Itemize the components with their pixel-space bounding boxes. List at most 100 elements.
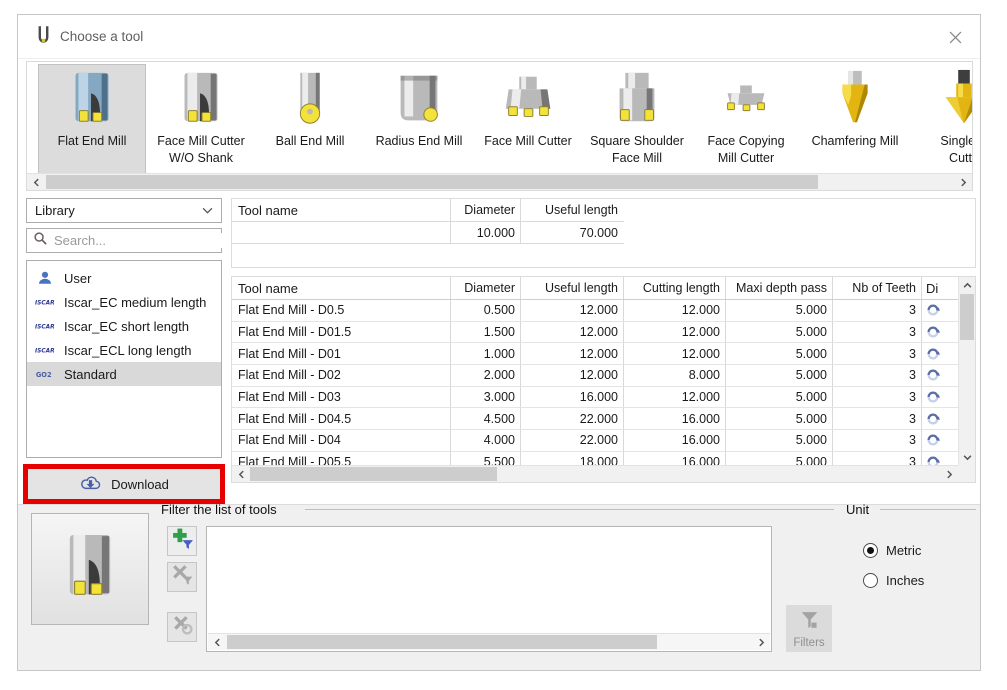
table-row[interactable]: Flat End Mill - D04.54.50022.00016.0005.… — [232, 408, 958, 430]
column-header[interactable]: Useful length — [520, 199, 623, 221]
scrollbar-thumb[interactable] — [250, 467, 497, 481]
svg-text:GO2: GO2 — [36, 371, 52, 379]
column-header[interactable]: Cutting length — [623, 277, 725, 299]
search-box[interactable] — [26, 228, 222, 253]
tool-name: Flat End Mill - D05.5 — [232, 452, 450, 465]
column-header[interactable]: Nb of Teeth — [832, 277, 921, 299]
column-header[interactable]: Tool name — [232, 277, 450, 299]
library-item-iscar-ec-medium-length[interactable]: ISCARIscar_EC medium length — [27, 290, 221, 314]
library-item-iscar-ec-short-length[interactable]: ISCARIscar_EC short length — [27, 314, 221, 338]
table-row[interactable]: Flat End Mill - D022.00012.0008.0005.000… — [232, 365, 958, 387]
table-row[interactable]: Flat End Mill - D01.51.50012.00012.0005.… — [232, 322, 958, 344]
scrollbar-thumb[interactable] — [960, 294, 974, 340]
rotation-direction-icon — [921, 408, 950, 429]
face-mill-cutter-icon — [475, 67, 581, 131]
tool-name: Flat End Mill - D01 — [232, 343, 450, 364]
download-button[interactable]: Download — [28, 469, 220, 499]
scroll-down-icon[interactable] — [959, 449, 975, 465]
nb-of-teeth: 3 — [832, 408, 921, 429]
tool-type-single-angle-cutter[interactable]: Single-ACutte — [911, 65, 972, 174]
table-row[interactable]: Flat End Mill - D0.50.50012.00012.0005.0… — [232, 300, 958, 322]
table-row[interactable]: Flat End Mill - D033.00016.00012.0005.00… — [232, 387, 958, 409]
rotation-direction-icon — [921, 343, 950, 364]
table-row[interactable]: Flat End Mill - D05.55.50018.00016.0005.… — [232, 452, 958, 465]
scroll-left-icon[interactable] — [208, 634, 226, 650]
filters-button-label: Filters — [793, 637, 824, 649]
column-header[interactable]: Di — [921, 277, 950, 299]
maxi-depth-pass: 5.000 — [725, 365, 832, 386]
remove-filter-button[interactable] — [167, 562, 197, 592]
scroll-left-icon[interactable] — [232, 466, 250, 482]
rotation-direction-icon — [921, 430, 950, 451]
tool-strip-scrollbar[interactable] — [27, 173, 972, 190]
tool-type-radius-end-mill[interactable]: Radius End Mill — [366, 65, 472, 174]
chevron-down-icon — [202, 207, 213, 214]
scroll-up-icon[interactable] — [959, 277, 975, 293]
unit-radio-metric[interactable]: Metric — [863, 543, 921, 558]
svg-text:ISCAR: ISCAR — [35, 349, 55, 355]
scrollbar-thumb[interactable] — [46, 175, 818, 189]
cutting-length: 12.000 — [623, 300, 725, 321]
scroll-right-icon[interactable] — [940, 466, 958, 482]
column-header[interactable]: Tool name — [232, 199, 450, 221]
unit-radio-inches[interactable]: Inches — [863, 573, 924, 588]
clear-filters-icon — [171, 613, 194, 641]
tool-type-face-mill-cutter[interactable]: Face Mill Cutter — [475, 65, 581, 174]
scrollbar-corner — [958, 465, 975, 482]
table-horizontal-scrollbar[interactable] — [232, 465, 958, 482]
ball-end-mill-icon — [257, 67, 363, 131]
radius-end-mill-icon — [366, 67, 472, 131]
filter-list-scrollbar[interactable] — [208, 633, 770, 650]
cutting-length: 16.000 — [623, 408, 725, 429]
tool-type-flat-end-mill[interactable]: Flat End Mill — [39, 65, 145, 174]
radio-label: Inches — [886, 573, 924, 588]
library-item-iscar-ecl-long-length[interactable]: ISCAR Iscar_ECL long length — [27, 338, 221, 362]
filter-group-label: Filter the list of tools — [161, 502, 277, 517]
flat-end-mill-icon — [39, 67, 145, 131]
tool-type-face-mill-cutter-wo-shank[interactable]: Face Mill CutterW/O Shank — [148, 65, 254, 174]
tool-type-label: Ball End Mill — [257, 133, 363, 150]
face-copying-mill-cutter-icon — [693, 67, 799, 131]
table-row[interactable]: Flat End Mill - D011.00012.00012.0005.00… — [232, 343, 958, 365]
library-item-standard[interactable]: GO2Standard — [27, 362, 221, 386]
library-dropdown[interactable]: Library — [26, 198, 222, 223]
current-tool-diameter: 10.000 — [450, 222, 520, 243]
scroll-right-icon[interactable] — [954, 174, 972, 190]
useful-length: 22.000 — [520, 430, 623, 451]
library-item-label: Iscar_EC medium length — [64, 295, 206, 310]
library-item-label: User — [64, 271, 91, 286]
diameter: 4.000 — [450, 430, 520, 451]
tool-type-face-copying-mill-cutter[interactable]: Face CopyingMill Cutter — [693, 65, 799, 174]
diameter: 5.500 — [450, 452, 520, 465]
cutting-length: 12.000 — [623, 343, 725, 364]
column-header[interactable]: Useful length — [520, 277, 623, 299]
scroll-right-icon[interactable] — [752, 634, 770, 650]
maxi-depth-pass: 5.000 — [725, 300, 832, 321]
column-header[interactable]: Maxi depth pass — [725, 277, 832, 299]
tool-type-chamfering-mill[interactable]: Chamfering Mill — [802, 65, 908, 174]
column-header[interactable]: Diameter — [450, 277, 520, 299]
clear-filters-button[interactable] — [167, 612, 197, 642]
library-list: UserISCARIscar_EC medium lengthISCARIsca… — [26, 260, 222, 458]
tool-type-square-shoulder-face-mill[interactable]: Square ShoulderFace Mill — [584, 65, 690, 174]
library-item-user[interactable]: User — [27, 266, 221, 290]
tool-type-label: Face Mill Cutter — [475, 133, 581, 150]
close-icon[interactable] — [944, 26, 966, 48]
search-input[interactable] — [54, 233, 230, 248]
scroll-left-icon[interactable] — [27, 174, 45, 190]
library-item-label: Iscar_ECL long length — [64, 343, 191, 358]
choose-a-tool-dialog: Choose a tool Flat End MillFace Mill Cut… — [17, 14, 981, 671]
add-filter-button[interactable] — [167, 526, 197, 556]
nb-of-teeth: 3 — [832, 452, 921, 465]
add-filter-icon — [171, 527, 194, 555]
filter-list-box[interactable] — [206, 526, 772, 652]
useful-length: 22.000 — [520, 408, 623, 429]
table-row[interactable]: Flat End Mill - D044.00022.00016.0005.00… — [232, 430, 958, 452]
filters-button[interactable]: Filters — [786, 605, 832, 652]
column-header[interactable]: Diameter — [450, 199, 520, 221]
tool-type-ball-end-mill[interactable]: Ball End Mill — [257, 65, 363, 174]
table-vertical-scrollbar[interactable] — [958, 277, 975, 465]
cloud-download-icon — [79, 474, 102, 494]
rotation-direction-icon — [921, 452, 950, 465]
scrollbar-thumb[interactable] — [227, 635, 657, 649]
